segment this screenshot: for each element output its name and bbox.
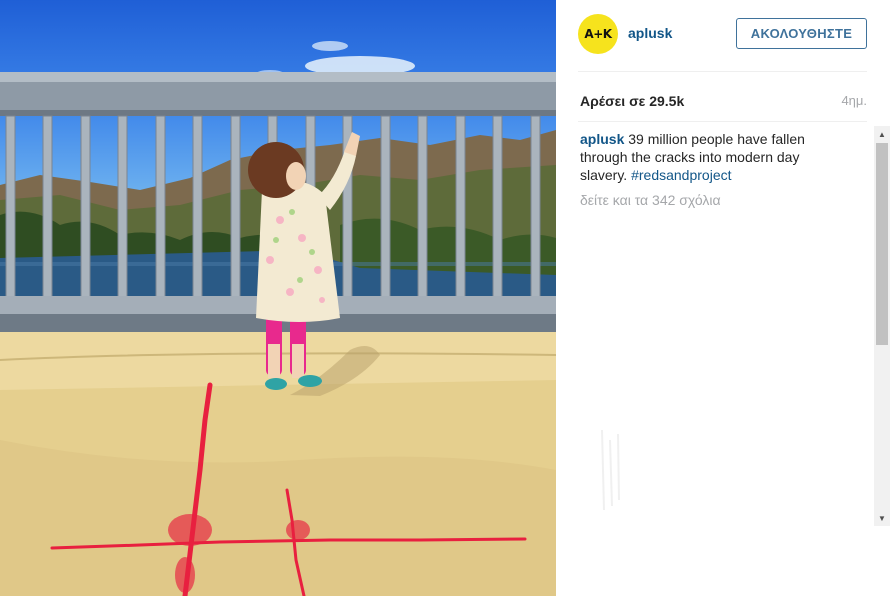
photo-illustration bbox=[0, 41, 556, 596]
scrollbar-thumb[interactable] bbox=[876, 143, 888, 345]
post-header: A+K aplusk ΑΚΟΛΟΥΘΗΣΤΕ bbox=[578, 12, 867, 72]
likes-count[interactable]: Αρέσει σε 29.5k bbox=[580, 93, 684, 109]
triangle-up-icon[interactable]: ▲ bbox=[874, 126, 890, 142]
faint-artifact bbox=[601, 430, 620, 510]
triangle-down-icon[interactable]: ▼ bbox=[874, 510, 890, 526]
comments-scrollbar[interactable]: ▲ ▼ bbox=[874, 126, 890, 526]
avatar[interactable]: A+K bbox=[578, 14, 618, 54]
author-username-link[interactable]: aplusk bbox=[628, 25, 672, 41]
avatar-logo-text: A+K bbox=[584, 27, 612, 41]
caption-username-link[interactable]: aplusk bbox=[580, 131, 624, 147]
follow-button[interactable]: ΑΚΟΛΟΥΘΗΣΤΕ bbox=[736, 18, 867, 49]
likes-row: Αρέσει σε 29.5k 4ημ. bbox=[578, 92, 867, 112]
divider bbox=[578, 121, 867, 122]
view-all-comments-link[interactable]: δείτε και τα 342 σχόλια bbox=[580, 192, 721, 208]
post-timestamp[interactable]: 4ημ. bbox=[841, 93, 867, 108]
hashtag-link[interactable]: #redsandproject bbox=[631, 167, 731, 183]
caption: aplusk 39 million people have fallen thr… bbox=[580, 130, 842, 184]
comments-list: aplusk 39 million people have fallen thr… bbox=[578, 130, 868, 526]
post-photo bbox=[0, 0, 556, 596]
